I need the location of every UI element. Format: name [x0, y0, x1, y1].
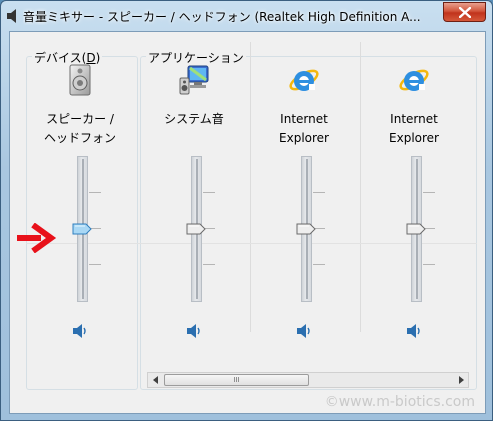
device-channel-name: スピーカー / ヘッドフォン	[43, 112, 116, 145]
slider-tick	[313, 264, 325, 265]
volume-slider-thumb[interactable]	[186, 223, 206, 235]
slider-tick	[89, 264, 101, 265]
volume-slider-thumb[interactable]	[72, 223, 92, 235]
title-bar[interactable]: 音量ミキサー - スピーカー / ヘッドフォン (Realtek High De…	[1, 1, 492, 31]
volume-slider-thumb[interactable]	[406, 223, 426, 235]
window-title: 音量ミキサー - スピーカー / ヘッドフォン (Realtek High De…	[23, 10, 421, 24]
mute-speaker-icon[interactable]	[72, 324, 88, 338]
scroll-left-button[interactable]	[148, 373, 163, 387]
internet-explorer-icon	[399, 69, 429, 91]
scroll-right-button[interactable]	[453, 373, 468, 387]
app-channel-name: Internet Explorer	[389, 112, 439, 145]
app-channel-name: Internet Explorer	[279, 112, 329, 145]
slider-tick	[313, 192, 325, 193]
slider-tick	[89, 192, 101, 193]
mixer-client-area: デバイス(D) アプリケーション スピーカー / ヘッドフォン システム音 In…	[9, 31, 486, 414]
scrollbar-thumb[interactable]: III	[164, 374, 309, 386]
device-channel-speakers: スピーカー / ヘッドフォン	[32, 42, 128, 342]
app-channel-name: システム音	[164, 112, 224, 126]
mute-speaker-icon[interactable]	[406, 324, 422, 338]
arrow-left-icon	[152, 376, 158, 384]
app-channel-internet-explorer: Internet Explorer	[256, 42, 352, 342]
horizontal-scrollbar[interactable]: III	[147, 372, 469, 388]
mute-speaker-icon[interactable]	[186, 324, 202, 338]
column-separator	[360, 42, 361, 332]
scrollbar-grip: III	[233, 376, 240, 384]
arrow-right-icon	[458, 376, 464, 384]
arrow-shaft	[17, 235, 41, 241]
speaker-title-icon	[7, 9, 16, 23]
close-button[interactable]	[443, 2, 486, 22]
watermark: ©www.m-biotics.com	[324, 394, 475, 410]
red-pointer-arrow-icon	[17, 223, 57, 253]
internet-explorer-icon	[289, 69, 319, 91]
volume-slider-thumb[interactable]	[296, 223, 316, 235]
app-channel-system-sounds: システム音	[146, 42, 242, 342]
slider-tick	[423, 192, 435, 193]
slider-tick	[423, 264, 435, 265]
speaker-device-icon	[69, 64, 91, 96]
close-icon	[458, 6, 471, 18]
system-sounds-icon	[179, 65, 209, 95]
column-separator	[250, 42, 251, 332]
slider-tick	[203, 192, 215, 193]
volume-mixer-window: 音量ミキサー - スピーカー / ヘッドフォン (Realtek High De…	[0, 0, 493, 421]
mute-speaker-icon[interactable]	[296, 324, 312, 338]
app-channel-internet-explorer: Internet Explorer	[366, 42, 462, 342]
slider-tick	[203, 264, 215, 265]
